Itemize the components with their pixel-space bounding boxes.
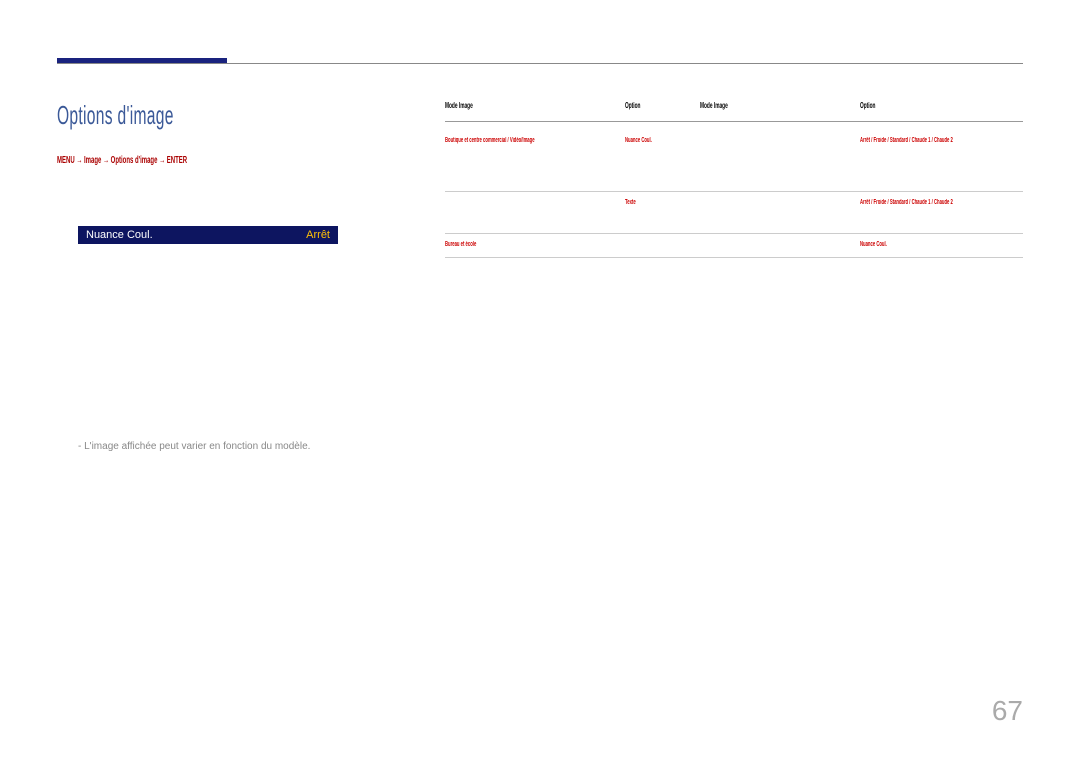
top-divider [57,63,1023,64]
cell: Bureau et école [445,239,625,252]
cell: Texte [625,197,700,228]
page-title: Options d'image [57,100,252,131]
table-row: Texte Arrêt / Froide / Standard / Chaude… [445,192,1023,234]
menu-label: Nuance Coul. [86,229,153,241]
cell: Nuance Coul. [860,239,1023,252]
cell [700,197,860,228]
cell: Boutique et centre commercial / Vidéo/Im… [445,135,625,186]
footnote: - L'image affichée peut varier en foncti… [78,441,310,452]
header-col4: Option [860,100,1023,113]
options-table: Mode Image Option Mode Image Option Bout… [445,100,1023,258]
cell: Arrêt / Froide / Standard / Chaude 1 / C… [860,197,1023,228]
cell: Arrêt / Froide / Standard / Chaude 1 / C… [860,135,1023,186]
cell [445,197,625,228]
cell [625,239,700,252]
header-col3: Mode Image [700,100,860,113]
page-number: 67 [992,695,1023,727]
menu-screenshot: Nuance Coul. Arrêt [78,226,338,244]
menu-path: MENU → Image → Options d'image → ENTER [57,155,274,166]
header-col1: Mode Image [445,100,625,113]
cell: Nuance Coul. [625,135,700,186]
menu-value: Arrêt [306,229,330,241]
cell [700,239,860,252]
table-header: Mode Image Option Mode Image Option [445,100,1023,122]
table-row: Bureau et école Nuance Coul. [445,234,1023,258]
cell [700,135,860,186]
header-col2: Option [625,100,700,113]
table-row: Boutique et centre commercial / Vidéo/Im… [445,130,1023,192]
